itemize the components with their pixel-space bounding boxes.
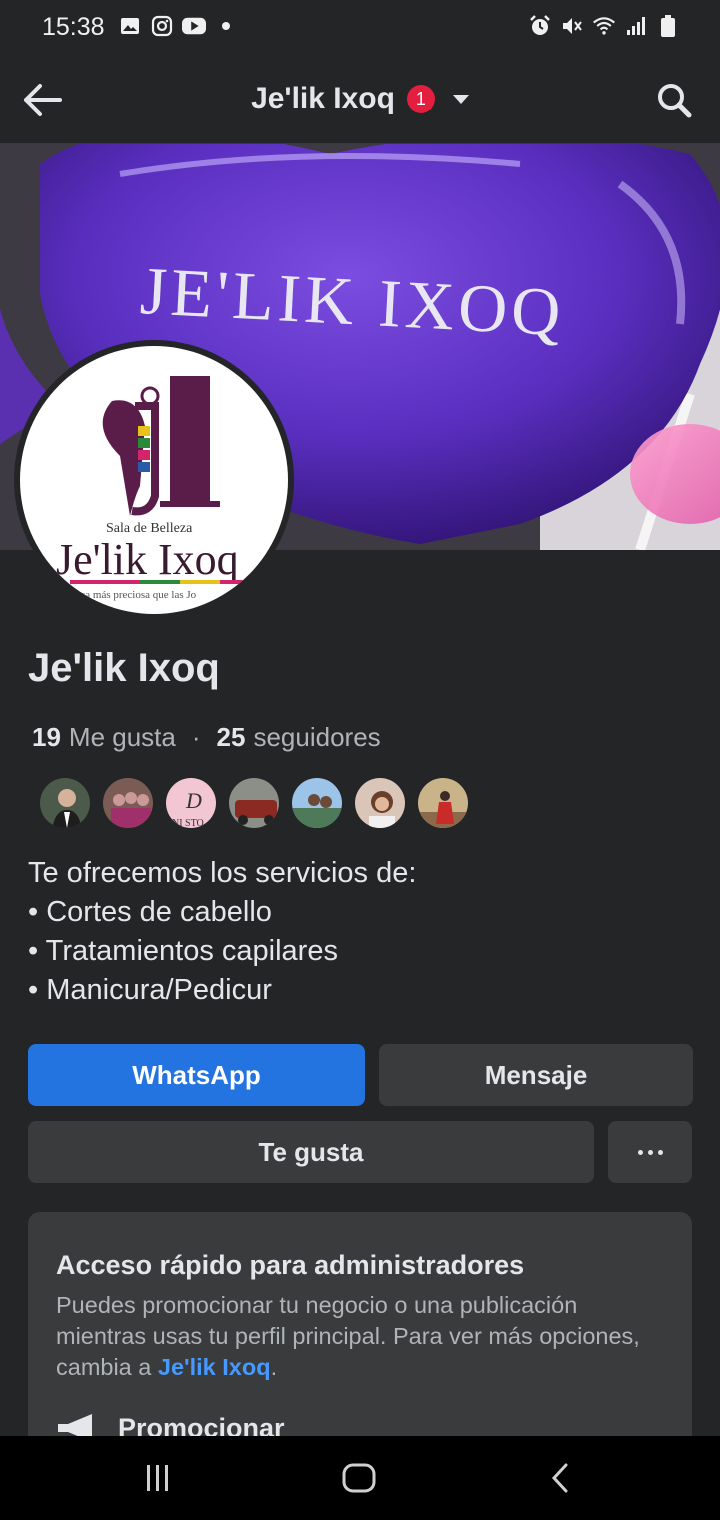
search-icon <box>658 84 692 118</box>
page-name: Je'lik Ixoq <box>28 646 220 690</box>
admin-text-body: Puedes promocionar tu negocio o una publ… <box>56 1292 640 1380</box>
home-button[interactable] <box>337 1456 381 1500</box>
search-button[interactable] <box>652 78 696 122</box>
page-title: Je'lik Ixoq <box>251 82 395 115</box>
like-button[interactable]: Te gusta <box>28 1121 594 1183</box>
youtube-icon <box>182 14 206 38</box>
page-switcher[interactable]: Je'lik Ixoq 1 <box>0 82 720 116</box>
logo-name: Je'lik Ixoq <box>56 535 239 584</box>
signal-icon <box>624 14 648 38</box>
back-nav-icon <box>551 1463 568 1493</box>
friend-avatar[interactable] <box>38 776 92 830</box>
friend-avatar[interactable] <box>227 776 281 830</box>
status-time: 15:38 <box>42 13 105 41</box>
admin-text-end: . <box>270 1354 278 1380</box>
friends-row[interactable]: D NI STO <box>38 776 470 830</box>
friend-avatar[interactable] <box>416 776 470 830</box>
app-header: Je'lik Ixoq 1 <box>0 56 720 144</box>
svg-text:D: D <box>185 788 202 813</box>
dot-icon <box>214 14 238 38</box>
friend-avatar[interactable] <box>290 776 344 830</box>
page-description: Te ofrecemos los servicios de: • Cortes … <box>28 857 417 1006</box>
home-icon <box>342 1463 376 1493</box>
logo-subtitle: Sala de Belleza <box>106 521 193 536</box>
avatar[interactable]: Sala de Belleza Je'lik Ixoq uosa más pre… <box>14 340 294 620</box>
mute-icon <box>560 14 584 38</box>
page-stats[interactable]: 19 Me gusta · 25 seguidores <box>32 722 381 753</box>
instagram-icon <box>150 14 174 38</box>
followers-label: seguidores <box>253 722 381 752</box>
likes-label: Me gusta <box>68 722 176 752</box>
followers-count: 25 <box>216 722 246 752</box>
admin-quick-access-card: Acceso rápido para administradores Puede… <box>28 1212 692 1472</box>
system-nav-bar <box>0 1436 720 1520</box>
status-bar: 15:38 <box>0 0 720 56</box>
more-button[interactable] <box>608 1121 692 1183</box>
svg-text:NI STO: NI STO <box>172 818 204 829</box>
status-left-icons <box>118 14 238 38</box>
chevron-down-icon <box>452 94 469 104</box>
switch-profile-link[interactable]: Je'lik Ixoq <box>158 1354 271 1380</box>
admin-card-title: Acceso rápido para administradores <box>56 1250 525 1280</box>
battery-icon <box>656 14 680 38</box>
notification-badge: 1 <box>406 85 435 113</box>
gallery-icon <box>118 14 142 38</box>
friend-avatar[interactable] <box>353 776 407 830</box>
alarm-icon <box>528 14 552 38</box>
stats-separator: · <box>191 722 201 752</box>
whatsapp-button[interactable]: WhatsApp <box>28 1044 365 1106</box>
admin-card-text: Puedes promocionar tu negocio o una publ… <box>56 1290 656 1383</box>
logo-tagline: uosa más preciosa que las Jo <box>70 589 197 601</box>
profile-logo: Sala de Belleza Je'lik Ixoq uosa más pre… <box>20 346 288 614</box>
friend-avatar[interactable]: D NI STO <box>164 776 218 830</box>
friend-avatar[interactable] <box>101 776 155 830</box>
wifi-icon <box>592 14 616 38</box>
more-icon <box>637 1149 663 1155</box>
likes-count: 19 <box>32 722 61 752</box>
back-nav-button[interactable] <box>538 1456 582 1500</box>
status-right-icons <box>528 14 680 38</box>
recent-apps-icon <box>147 1465 168 1491</box>
message-button[interactable]: Mensaje <box>379 1044 693 1106</box>
recent-apps-button[interactable] <box>136 1456 180 1500</box>
